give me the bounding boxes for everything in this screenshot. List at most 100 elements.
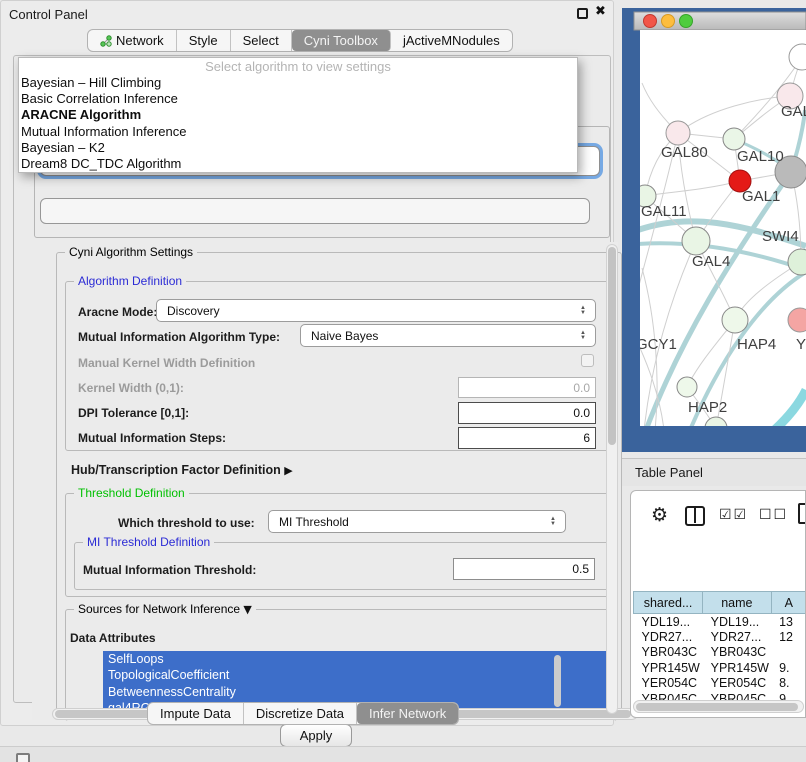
- table-cell[interactable]: YDL19...: [634, 614, 703, 630]
- algorithm-option[interactable]: Basic Correlation Inference: [19, 91, 577, 107]
- aracne-mode-combo[interactable]: Discovery ▲▼: [156, 299, 596, 322]
- tab-infer-network[interactable]: Infer Network: [357, 703, 458, 724]
- tab-jactivemnodules[interactable]: jActiveMNodules: [391, 30, 512, 51]
- float-window-icon[interactable]: [577, 8, 588, 19]
- table-column-header[interactable]: A: [771, 592, 806, 614]
- algorithm-option[interactable]: Dream8 DC_TDC Algorithm: [19, 156, 577, 172]
- table-panel: ⚙ ☑☑ ☐☐ shared...nameA YDL19...YDL19...1…: [630, 490, 806, 718]
- table-cell[interactable]: YBR043C: [634, 645, 703, 661]
- manual-kernel-checkbox[interactable]: [581, 354, 594, 367]
- table-cell[interactable]: YDR27...: [703, 629, 771, 645]
- settings-vertical-scrollbar[interactable]: [606, 244, 618, 714]
- table-cell[interactable]: 13: [771, 614, 806, 630]
- hub-definition-toggle[interactable]: Hub/Transcription Factor Definition ▶: [71, 463, 293, 477]
- sources-legend[interactable]: Sources for Network Inference ▼: [74, 602, 256, 616]
- deselect-all-icon[interactable]: ☐☐: [759, 507, 788, 523]
- manual-kernel-label: Manual Kernel Width Definition: [78, 356, 255, 370]
- table-toolbar: ⚙ ☑☑ ☐☐: [631, 491, 805, 541]
- close-icon[interactable]: ✖: [595, 4, 606, 19]
- network-node-hap4[interactable]: [722, 307, 748, 333]
- network-view-window[interactable]: GALGAL80GAL10GAL1GAL11GAL4SWI4GCY1HAP4YH…: [622, 8, 806, 452]
- threshold-definition-group: Threshold Definition Which threshold to …: [65, 493, 617, 597]
- table-cell[interactable]: YPR145W: [703, 660, 771, 676]
- table-row[interactable]: YER054CYER054C8.: [634, 676, 806, 692]
- table-hscroll-thumb[interactable]: [636, 703, 798, 711]
- settings-vscroll-thumb[interactable]: [608, 247, 616, 445]
- table-row[interactable]: YDL19...YDL19...13: [634, 614, 806, 630]
- tab-label: Network: [116, 33, 164, 48]
- table-column-header[interactable]: name: [703, 592, 771, 614]
- node-label: SWI4: [762, 228, 799, 245]
- table-cell[interactable]: YPR145W: [634, 660, 703, 676]
- dpi-tolerance-field[interactable]: 0.0: [458, 402, 596, 424]
- mi-threshold-field[interactable]: 0.5: [453, 558, 595, 580]
- node-label: Y: [796, 336, 806, 353]
- network-node-hap2[interactable]: [677, 377, 697, 397]
- algorithm-option[interactable]: ARACNE Algorithm: [19, 107, 577, 123]
- cyni-algorithm-settings-group: Cyni Algorithm Settings Algorithm Defini…: [56, 252, 622, 714]
- table-column-header[interactable]: shared...: [634, 592, 703, 614]
- node-label: HAP2: [688, 399, 727, 416]
- network-node-gal80[interactable]: [666, 121, 690, 145]
- table-cell[interactable]: YDR27...: [634, 629, 703, 645]
- network-node-gal10[interactable]: [723, 128, 745, 150]
- which-threshold-combo[interactable]: MI Threshold ▲▼: [268, 510, 566, 533]
- close-traffic-icon[interactable]: [644, 15, 657, 28]
- algorithm-option[interactable]: Bayesian – K2: [19, 140, 577, 156]
- hub-definition-label: Hub/Transcription Factor Definition: [71, 463, 281, 477]
- network-node-gal4[interactable]: [682, 227, 710, 255]
- gear-icon[interactable]: ⚙: [651, 504, 668, 526]
- zoom-traffic-icon[interactable]: [680, 15, 693, 28]
- table-row[interactable]: YDR27...YDR27...12: [634, 629, 806, 645]
- minimize-traffic-icon[interactable]: [662, 15, 675, 28]
- dpi-tolerance-label: DPI Tolerance [0,1]:: [78, 406, 189, 420]
- table-cell[interactable]: YER054C: [703, 676, 771, 692]
- algorithm-definition-group: Algorithm Definition Aracne Mode: Discov…: [65, 281, 617, 451]
- export-table-icon[interactable]: [798, 503, 806, 524]
- cyni-settings-legend: Cyni Algorithm Settings: [65, 245, 197, 259]
- table-cell[interactable]: YER054C: [634, 676, 703, 692]
- table-cell[interactable]: YDL19...: [703, 614, 771, 630]
- tab-discretize-data[interactable]: Discretize Data: [244, 703, 357, 724]
- tab-select[interactable]: Select: [231, 30, 292, 51]
- table-horizontal-scrollbar[interactable]: [633, 700, 804, 713]
- table-cell[interactable]: 8.: [771, 676, 806, 692]
- algorithm-option[interactable]: Mutual Information Inference: [19, 124, 577, 140]
- attributes-scrollbar-thumb[interactable]: [554, 655, 561, 707]
- table-row[interactable]: YBR043CYBR043C: [634, 645, 806, 661]
- tab-label: jActiveMNodules: [403, 33, 500, 48]
- sources-legend-label: Sources for Network Inference: [78, 602, 240, 616]
- mi-type-combo[interactable]: Naive Bayes ▲▼: [300, 324, 596, 347]
- tab-label: Discretize Data: [256, 706, 344, 721]
- select-all-icon[interactable]: ☑☑: [719, 507, 748, 523]
- network-selection-combo[interactable]: [40, 198, 590, 224]
- attribute-list-item[interactable]: BetweennessCentrality: [103, 684, 613, 700]
- traffic-light-buttons[interactable]: [644, 15, 693, 28]
- control-panel-tabs: Network StyleSelectCyni Toolbox jActiveMNo…: [87, 29, 513, 52]
- spinner-arrows-icon: ▲▼: [550, 517, 556, 527]
- table-row[interactable]: YPR145WYPR145W9.: [634, 660, 806, 676]
- attribute-list-item[interactable]: SelfLoops: [103, 651, 613, 667]
- table-cell[interactable]: [771, 645, 806, 661]
- table-cell[interactable]: 12: [771, 629, 806, 645]
- tab-network[interactable]: Network: [88, 30, 177, 51]
- node-label: GAL4: [692, 253, 730, 270]
- columns-icon[interactable]: [685, 506, 705, 526]
- node-label: HAP4: [737, 336, 776, 353]
- tab-label: Impute Data: [160, 706, 231, 721]
- table-header-row[interactable]: shared...nameA: [634, 592, 806, 614]
- mi-steps-field[interactable]: 6: [458, 427, 596, 449]
- tab-style[interactable]: Style: [177, 30, 231, 51]
- algorithm-option[interactable]: Bayesian – Hill Climbing: [19, 75, 577, 91]
- tab-cyni-toolbox[interactable]: Cyni Toolbox: [292, 30, 391, 51]
- attribute-list-item[interactable]: TopologicalCoefficient: [103, 667, 613, 683]
- apply-button[interactable]: Apply: [280, 724, 352, 747]
- kernel-width-field[interactable]: 0.0: [458, 377, 596, 398]
- network-window-titlebar[interactable]: [634, 12, 806, 30]
- node-table[interactable]: shared...nameA YDL19...YDL19...13YDR27..…: [633, 591, 806, 701]
- table-cell[interactable]: 9.: [771, 660, 806, 676]
- tab-impute-data[interactable]: Impute Data: [148, 703, 244, 724]
- table-cell[interactable]: YBR043C: [703, 645, 771, 661]
- node-label: GAL10: [737, 148, 784, 165]
- minimized-panel-icon[interactable]: [16, 753, 30, 762]
